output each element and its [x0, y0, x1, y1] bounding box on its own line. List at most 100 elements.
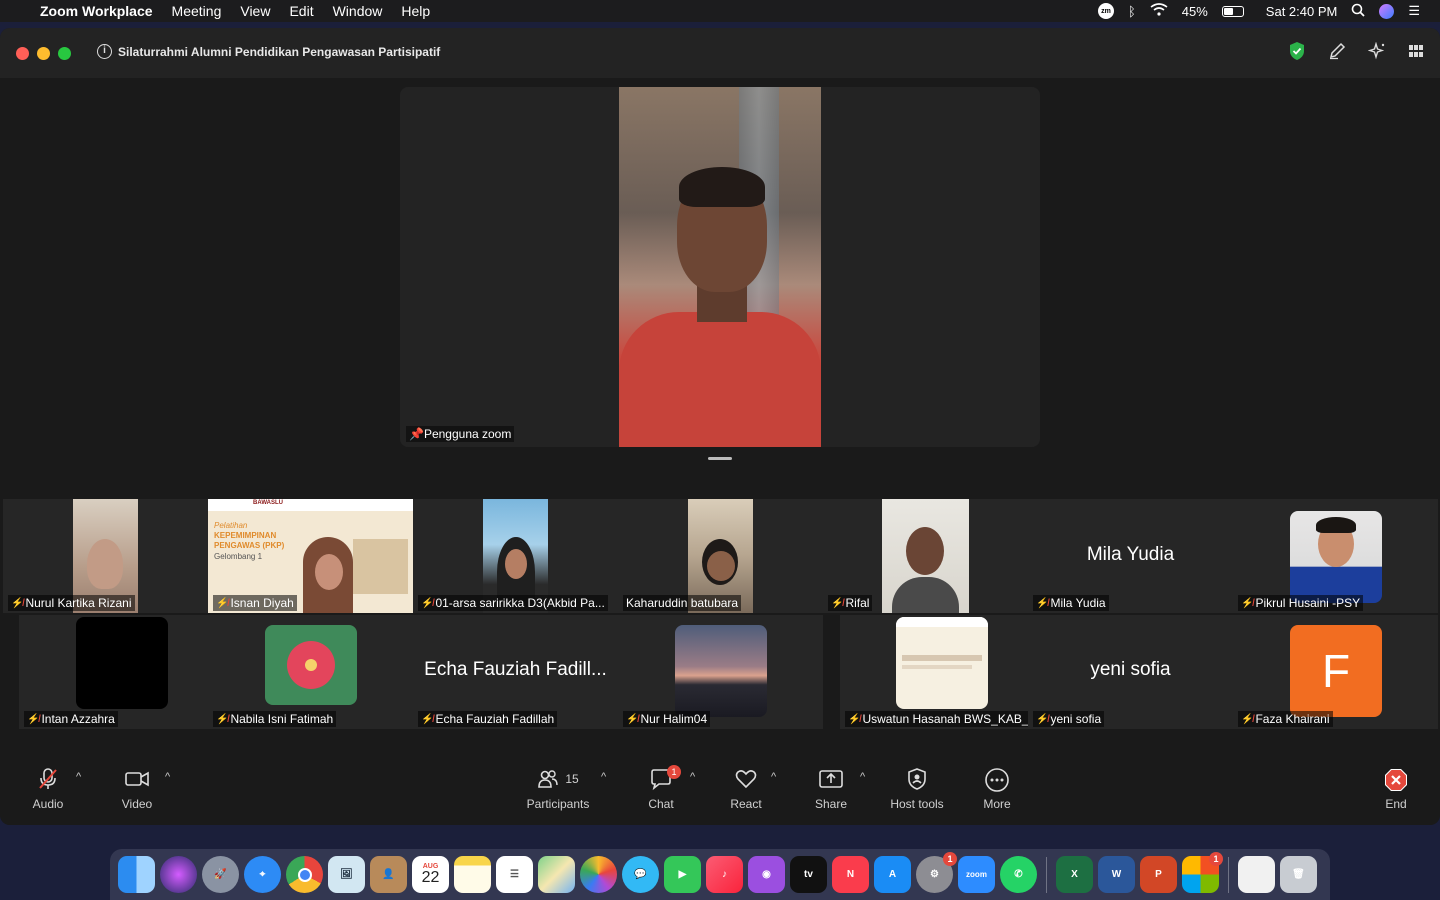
menu-edit[interactable]: Edit	[289, 3, 313, 19]
participant-tile[interactable]: yeni sofia ⚡̸ yeni sofia	[1028, 615, 1233, 729]
audio-options-caret[interactable]: ^	[76, 771, 81, 783]
zoom-status-icon[interactable]: zm	[1097, 3, 1114, 19]
participant-tile[interactable]: ⚡̸ Uswatun Hasanah BWS_KAB_...	[840, 615, 1028, 729]
menu-window[interactable]: Window	[333, 3, 383, 19]
ai-companion-sparkle-icon[interactable]	[1367, 41, 1386, 65]
share-options-caret[interactable]: ^	[860, 771, 865, 783]
macos-menubar: Zoom Workplace Meeting View Edit Window …	[0, 0, 1440, 22]
zoom-window-button[interactable]	[58, 46, 71, 60]
react-options-caret[interactable]: ^	[771, 771, 776, 783]
contacts-icon[interactable]: 👤	[370, 856, 407, 893]
participant-tile[interactable]: Echa Fauziah Fadill... ⚡̸ Echa Fauziah Fa…	[413, 615, 618, 729]
participant-tile[interactable]: ⚡̸ 01-arsa saririkka D3(Akbid Pa...	[413, 499, 618, 613]
launchpad-icon[interactable]: 🚀	[202, 856, 239, 893]
participant-tile[interactable]: Mila Yudia ⚡̸ Mila Yudia	[1028, 499, 1233, 613]
gallery-strip: ⚡̸ Nurul Kartika Rizani BAWASLU Pelatihan…	[0, 499, 1440, 731]
end-meeting-button[interactable]: End	[1376, 767, 1416, 811]
bluetooth-icon[interactable]: ᛒ	[1128, 4, 1136, 19]
calendar-icon[interactable]: AUG 22	[412, 856, 449, 893]
view-grid-icon[interactable]	[1408, 43, 1424, 64]
music-icon[interactable]: ♪	[706, 856, 743, 893]
participant-tile[interactable]: ⚡̸ Intan Azzahra	[19, 615, 224, 729]
more-button[interactable]: More	[977, 767, 1017, 811]
chat-options-caret[interactable]: ^	[690, 771, 695, 783]
share-header-text: BAWASLU	[253, 500, 283, 506]
participant-display-name: Echa Fauziah Fadill...	[424, 659, 607, 680]
main-speaker-stage[interactable]: 📌Pengguna zoom	[400, 87, 1040, 447]
encryption-shield-icon[interactable]	[1288, 41, 1306, 66]
apple-tv-icon[interactable]: tv	[790, 856, 827, 893]
participant-tile[interactable]: ⚡̸ Nabila Isni Fatimah	[208, 615, 413, 729]
system-settings-icon[interactable]: ⚙ 1	[916, 852, 957, 893]
photos-icon[interactable]	[580, 856, 617, 893]
participant-tile[interactable]: ⚡̸ Rifal	[823, 499, 1028, 613]
battery-icon[interactable]	[1221, 5, 1244, 17]
audio-button[interactable]: Audio	[28, 767, 68, 811]
menu-help[interactable]: Help	[401, 3, 430, 19]
participant-tile[interactable]: ⚡̸ Nur Halim04	[618, 615, 823, 729]
mic-muted-icon: ⚡̸	[1036, 597, 1049, 609]
mic-muted-icon: ⚡̸	[831, 597, 844, 609]
shield-icon	[885, 767, 949, 791]
podcasts-icon[interactable]: ◉	[748, 856, 785, 893]
news-icon[interactable]: N	[832, 856, 869, 893]
pin-icon: 📌	[409, 427, 424, 441]
video-camera-icon	[117, 767, 157, 791]
heart-icon	[726, 767, 766, 791]
finder-icon[interactable]	[118, 856, 155, 893]
siri-icon[interactable]	[160, 856, 197, 893]
word-icon[interactable]: W	[1098, 856, 1135, 893]
video-button[interactable]: Video	[117, 767, 157, 811]
excel-icon[interactable]: X	[1056, 856, 1093, 893]
participants-icon: 15	[520, 767, 596, 791]
maps-icon[interactable]	[538, 856, 575, 893]
menu-view[interactable]: View	[240, 3, 270, 19]
chrome-icon[interactable]	[286, 856, 323, 893]
preview-icon[interactable]: 🖼	[328, 856, 365, 893]
react-button[interactable]: React	[726, 767, 766, 811]
mic-muted-icon: ⚡̸	[216, 597, 229, 609]
safari-icon[interactable]: ⌖	[244, 856, 281, 893]
participant-tile[interactable]: F ⚡̸ Faza Khairani	[1233, 615, 1438, 729]
resize-drag-handle[interactable]	[708, 457, 732, 460]
messages-icon[interactable]: 💬	[622, 856, 659, 893]
siri-icon[interactable]	[1379, 3, 1395, 19]
whatsapp-icon[interactable]: ✆	[1000, 856, 1037, 893]
participants-button[interactable]: 15 Participants	[520, 767, 596, 811]
facetime-icon[interactable]: ▶	[664, 856, 701, 893]
control-center-icon[interactable]: ☰	[1408, 3, 1420, 19]
spotlight-search-icon[interactable]	[1351, 3, 1365, 20]
mic-muted-icon: ⚡̸	[1241, 597, 1254, 609]
reminders-icon[interactable]: ☰	[496, 856, 533, 893]
trash-icon[interactable]: 🗑	[1280, 856, 1317, 893]
host-tools-button[interactable]: Host tools	[885, 767, 949, 811]
share-line: Gelombang 1	[214, 552, 263, 561]
mic-muted-icon: ⚡̸	[421, 597, 434, 609]
video-options-caret[interactable]: ^	[165, 771, 170, 783]
participants-options-caret[interactable]: ^	[601, 771, 606, 783]
menu-app-name[interactable]: Zoom Workplace	[40, 3, 153, 19]
window-titlebar: i Silaturrahmi Alumni Pendidikan Pengawa…	[0, 28, 1440, 78]
participant-tile[interactable]: BAWASLU Pelatihan KEPEMIMPINAN PENGAWAS …	[208, 499, 413, 613]
chat-button[interactable]: Chat 1	[641, 765, 681, 811]
wifi-icon[interactable]	[1150, 3, 1168, 19]
annotate-pencil-icon[interactable]	[1328, 42, 1346, 65]
minimize-window-button[interactable]	[37, 46, 50, 60]
chat-unread-badge: 1	[667, 765, 681, 779]
share-button[interactable]: Share	[811, 767, 851, 811]
zoom-app-icon[interactable]: zoom	[958, 856, 995, 893]
participant-tile[interactable]: Kaharuddin batubara	[618, 499, 823, 613]
menu-meeting[interactable]: Meeting	[172, 3, 222, 19]
recent-document-icon[interactable]	[1238, 856, 1275, 893]
participant-tile[interactable]: ⚡̸ Nurul Kartika Rizani	[3, 499, 208, 613]
meeting-info-icon[interactable]: i	[97, 44, 112, 59]
powerpoint-icon[interactable]: P	[1140, 856, 1177, 893]
microsoft-office-icon[interactable]: 1	[1182, 852, 1223, 893]
macos-dock: 🚀 ⌖ 🖼 👤 AUG 22 ☰ 💬 ▶ ♪ ◉ tv N A ⚙ 1 zoom…	[110, 849, 1330, 900]
notes-icon[interactable]	[454, 856, 491, 893]
app-store-icon[interactable]: A	[874, 856, 911, 893]
menubar-clock[interactable]: Sat 2:40 PM	[1266, 4, 1338, 19]
participant-tile[interactable]: ⚡̸ Pikrul Husaini -PSY	[1233, 499, 1438, 613]
close-window-button[interactable]	[16, 46, 29, 60]
share-line: PENGAWAS (PKP)	[214, 541, 285, 550]
